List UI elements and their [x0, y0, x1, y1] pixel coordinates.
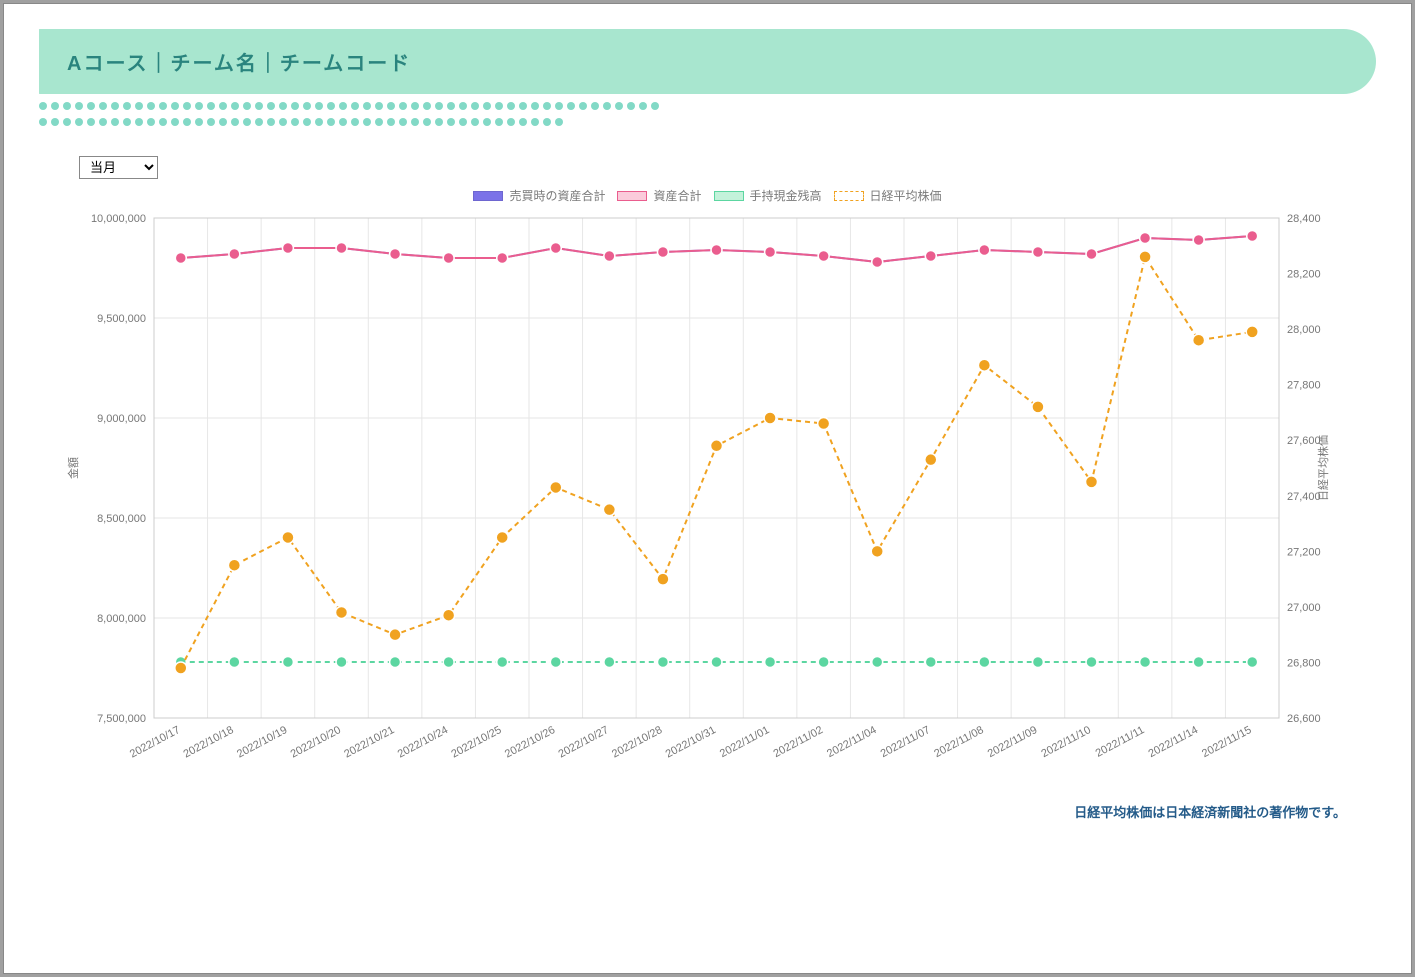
decorative-dots-row	[39, 102, 1376, 110]
legend-label: 売買時の資産合計	[509, 187, 605, 204]
svg-text:2022/11/08: 2022/11/08	[932, 724, 986, 760]
svg-text:27,200: 27,200	[1287, 546, 1321, 558]
svg-text:27,000: 27,000	[1287, 602, 1321, 614]
legend-label: 手持現金残高	[750, 187, 822, 204]
svg-text:2022/11/10: 2022/11/10	[1039, 724, 1093, 760]
svg-text:2022/11/01: 2022/11/01	[718, 724, 772, 760]
svg-text:28,400: 28,400	[1287, 213, 1321, 225]
svg-text:2022/10/17: 2022/10/17	[128, 724, 182, 760]
legend-item-series3[interactable]: 手持現金残高	[714, 187, 822, 204]
page-header: Aコース｜チーム名｜チームコード	[39, 29, 1376, 94]
svg-text:27,600: 27,600	[1287, 435, 1321, 447]
svg-text:2022/11/04: 2022/11/04	[825, 724, 879, 760]
legend-item-series1[interactable]: 売買時の資産合計	[473, 187, 605, 204]
svg-text:2022/10/31: 2022/10/31	[664, 724, 718, 760]
svg-text:2022/10/24: 2022/10/24	[396, 724, 450, 760]
legend-swatch	[473, 191, 503, 201]
svg-text:8,000,000: 8,000,000	[97, 613, 146, 625]
decorative-dots-row	[39, 118, 1376, 126]
legend-item-series2[interactable]: 資産合計	[617, 187, 701, 204]
legend-swatch	[617, 191, 647, 201]
svg-text:2022/10/28: 2022/10/28	[610, 724, 664, 760]
svg-text:26,600: 26,600	[1287, 713, 1321, 725]
legend-swatch	[714, 191, 744, 201]
svg-text:2022/10/25: 2022/10/25	[449, 724, 503, 760]
legend-label: 資産合計	[653, 187, 701, 204]
svg-text:2022/10/18: 2022/10/18	[182, 724, 236, 760]
page-title: Aコース｜チーム名｜チームコード	[67, 53, 411, 75]
svg-text:2022/10/26: 2022/10/26	[503, 724, 557, 760]
legend-swatch	[834, 191, 864, 201]
svg-text:2022/11/11: 2022/11/11	[1094, 724, 1147, 760]
legend-item-series4[interactable]: 日経平均株価	[834, 187, 942, 204]
line-chart: 7,500,000 8,000,000 8,500,000 9,000,000 9,50…	[59, 208, 1339, 788]
svg-text:2022/10/21: 2022/10/21	[342, 724, 396, 760]
svg-text:10,000,000: 10,000,000	[91, 213, 146, 225]
svg-text:日経平均株価: 日経平均株価	[1316, 435, 1330, 501]
legend-label: 日経平均株価	[870, 187, 942, 204]
svg-text:2022/10/27: 2022/10/27	[557, 724, 611, 760]
svg-text:2022/10/20: 2022/10/20	[289, 724, 343, 760]
svg-text:8,500,000: 8,500,000	[97, 513, 146, 525]
svg-text:2022/11/09: 2022/11/09	[986, 724, 1040, 760]
svg-text:27,800: 27,800	[1287, 380, 1321, 392]
svg-text:28,000: 28,000	[1287, 324, 1321, 336]
copyright-note: 日経平均株価は日本経済新聞社の著作物です。	[39, 802, 1346, 821]
app-window: Aコース｜チーム名｜チームコード 当月 売買時の資産合計 資産合計	[3, 3, 1412, 974]
chart-legend: 売買時の資産合計 資産合計 手持現金残高 日経平均株価	[59, 187, 1356, 204]
svg-text:2022/11/02: 2022/11/02	[772, 724, 826, 760]
svg-text:9,000,000: 9,000,000	[97, 413, 146, 425]
svg-text:2022/11/07: 2022/11/07	[879, 724, 933, 760]
svg-text:26,800: 26,800	[1287, 657, 1321, 669]
svg-text:27,400: 27,400	[1287, 491, 1321, 503]
svg-text:28,200: 28,200	[1287, 269, 1321, 281]
svg-text:2022/11/15: 2022/11/15	[1200, 724, 1254, 760]
svg-text:金額: 金額	[66, 457, 80, 479]
svg-text:2022/10/19: 2022/10/19	[235, 724, 289, 760]
svg-text:2022/11/14: 2022/11/14	[1147, 724, 1201, 760]
svg-text:7,500,000: 7,500,000	[97, 713, 146, 725]
svg-text:9,500,000: 9,500,000	[97, 313, 146, 325]
period-select[interactable]: 当月	[79, 156, 158, 179]
controls-bar: 当月	[79, 156, 1376, 179]
chart-container: 売買時の資産合計 資産合計 手持現金残高 日経平均株価 7,500,000 8,0…	[59, 187, 1356, 788]
